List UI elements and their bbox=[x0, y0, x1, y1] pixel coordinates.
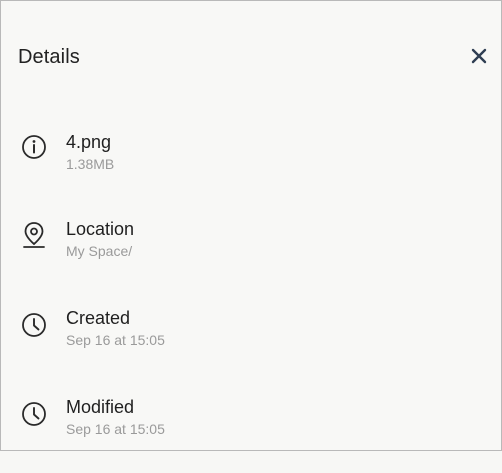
detail-row-location: Location My Space/ bbox=[1, 215, 501, 295]
details-header: Details bbox=[1, 1, 501, 111]
location-value: My Space/ bbox=[66, 243, 133, 259]
details-panel: Details 4.png 1.38MB Location My Space/ … bbox=[0, 0, 502, 451]
clock-icon bbox=[18, 309, 50, 341]
modified-label: Modified bbox=[66, 397, 135, 417]
close-icon bbox=[471, 48, 487, 69]
modified-value: Sep 16 at 15:05 bbox=[66, 421, 165, 437]
page-title: Details bbox=[18, 46, 80, 68]
created-value: Sep 16 at 15:05 bbox=[66, 332, 165, 348]
close-button[interactable] bbox=[465, 44, 493, 72]
detail-row-modified: Modified Sep 16 at 15:05 bbox=[1, 393, 501, 473]
location-pin-icon bbox=[18, 219, 50, 251]
clock-icon bbox=[18, 398, 50, 430]
file-name: 4.png bbox=[66, 132, 112, 152]
location-label: Location bbox=[66, 219, 135, 239]
created-label: Created bbox=[66, 308, 131, 328]
file-size: 1.38MB bbox=[66, 156, 115, 172]
detail-row-created: Created Sep 16 at 15:05 bbox=[1, 304, 501, 384]
info-icon bbox=[18, 131, 50, 163]
detail-row-file: 4.png 1.38MB bbox=[1, 128, 501, 208]
